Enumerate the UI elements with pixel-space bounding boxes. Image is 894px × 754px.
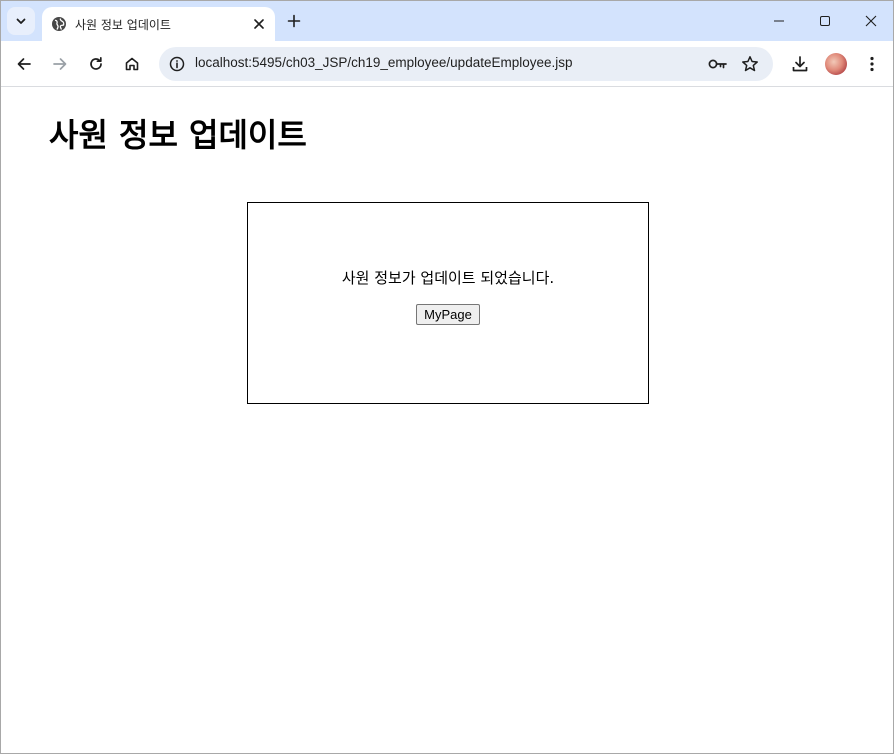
minimize-button[interactable] [757, 5, 801, 37]
info-icon [169, 56, 185, 72]
site-info-button[interactable] [163, 50, 191, 78]
reload-button[interactable] [82, 50, 110, 78]
close-icon [865, 15, 877, 27]
url-text[interactable]: localhost:5495/ch03_JSP/ch19_employee/up… [195, 55, 573, 70]
tab-strip: 사원 정보 업데이트 [1, 1, 893, 41]
menu-button[interactable] [858, 50, 886, 78]
browser-window: 사원 정보 업데이트 localhost:5495/ch03_JSP/ch19_… [0, 0, 894, 754]
new-tab-button[interactable] [282, 9, 306, 33]
forward-arrow-icon [52, 56, 68, 72]
address-bar[interactable]: localhost:5495/ch03_JSP/ch19_employee/up… [159, 47, 773, 81]
page-title: 사원 정보 업데이트 [49, 116, 307, 154]
forward-button[interactable] [46, 50, 74, 78]
message-box: 사원 정보가 업데이트 되었습니다. MyPage [247, 202, 649, 404]
key-icon [708, 57, 728, 71]
home-icon [124, 56, 140, 72]
update-message: 사원 정보가 업데이트 되었습니다. [341, 269, 555, 287]
globe-icon [51, 16, 67, 32]
back-arrow-icon [16, 56, 32, 72]
active-tab[interactable]: 사원 정보 업데이트 [42, 7, 275, 41]
home-button[interactable] [118, 50, 146, 78]
maximize-button[interactable] [803, 5, 847, 37]
download-icon [791, 55, 809, 73]
back-button[interactable] [10, 50, 38, 78]
password-button[interactable] [704, 50, 732, 78]
browser-toolbar: localhost:5495/ch03_JSP/ch19_employee/up… [1, 41, 893, 87]
close-icon [254, 19, 264, 29]
download-button[interactable] [786, 50, 814, 78]
kebab-menu-icon [870, 56, 874, 72]
avatar[interactable] [825, 53, 847, 75]
reload-icon [88, 56, 104, 72]
tab-close-button[interactable] [249, 14, 269, 34]
minimize-icon [773, 15, 785, 27]
page-content: 사원 정보 업데이트 사원 정보가 업데이트 되었습니다. MyPage [1, 88, 893, 753]
plus-icon [287, 14, 301, 28]
maximize-icon [819, 15, 831, 27]
mypage-button[interactable]: MyPage [416, 304, 480, 325]
tab-search-button[interactable] [7, 7, 35, 35]
star-icon [741, 55, 759, 73]
bookmark-button[interactable] [736, 50, 764, 78]
tab-title: 사원 정보 업데이트 [75, 17, 171, 32]
window-close-button[interactable] [849, 5, 893, 37]
chevron-down-icon [15, 15, 27, 27]
